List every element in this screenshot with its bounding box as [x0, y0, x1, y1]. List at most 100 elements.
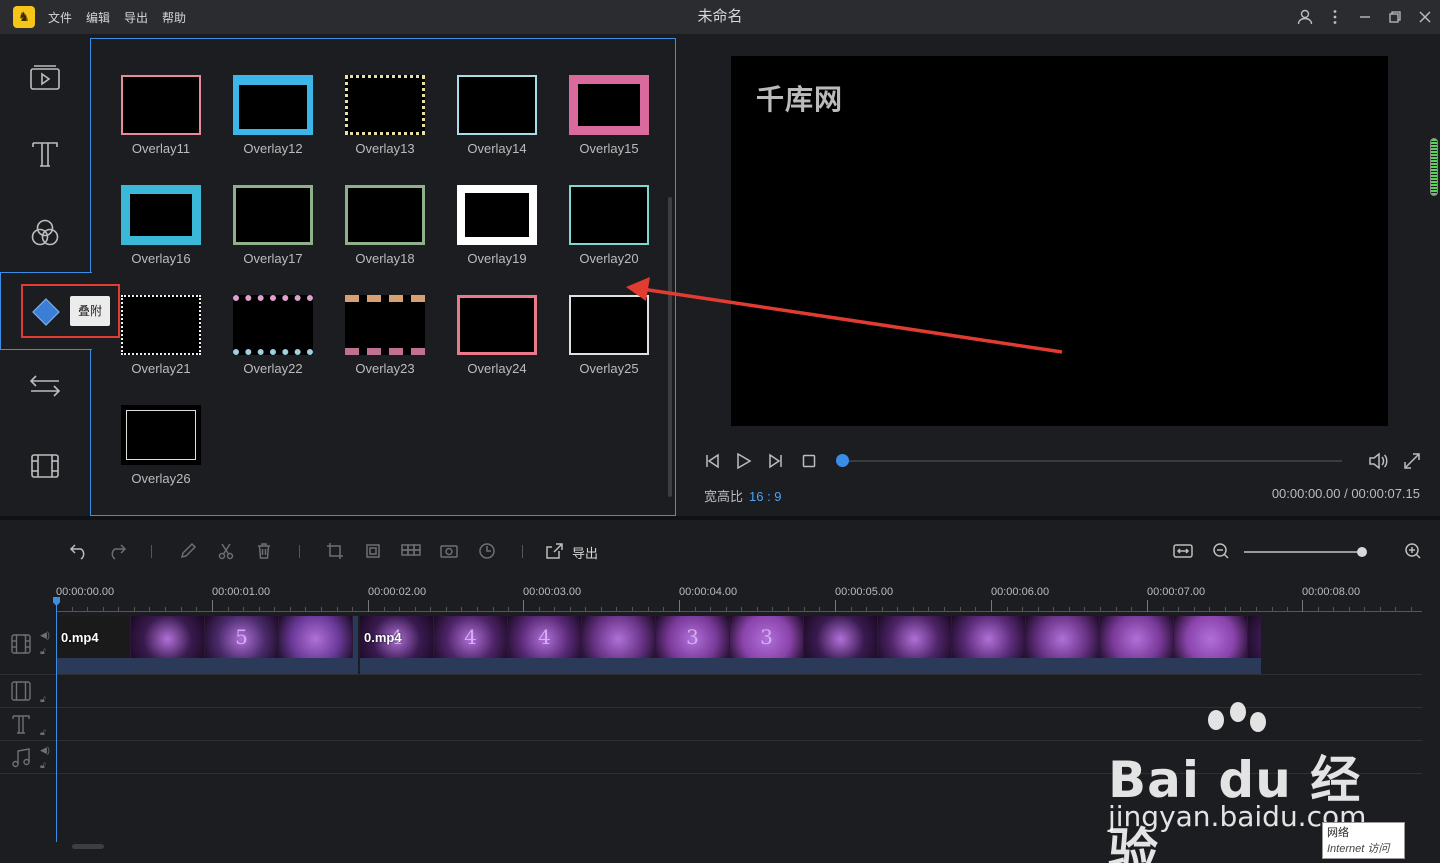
aspect-ratio-value[interactable]: 16 : 9	[749, 489, 782, 504]
export-icon	[546, 543, 563, 559]
network-popup-title: 网络	[1327, 827, 1349, 839]
zoom-in-button[interactable]	[1402, 540, 1424, 562]
tool-transitions[interactable]	[0, 356, 90, 416]
restore-icon[interactable]	[1380, 0, 1410, 34]
redo-button[interactable]	[106, 540, 128, 562]
overlay-item[interactable]: Overlay21	[116, 295, 206, 376]
window-controls	[1290, 0, 1440, 34]
undo-button[interactable]	[68, 540, 90, 562]
overlay-item[interactable]: Overlay17	[228, 185, 318, 266]
overlay-item[interactable]: Overlay15	[564, 75, 654, 156]
overlay-item[interactable]: Overlay26	[116, 405, 206, 486]
zoom-slider-knob[interactable]	[1357, 547, 1367, 557]
mosaic-button[interactable]	[400, 540, 422, 562]
close-icon[interactable]	[1410, 0, 1440, 34]
export-button[interactable]	[543, 540, 565, 562]
menu-file[interactable]: 文件	[48, 9, 72, 26]
overlay-thumbnail[interactable]	[233, 75, 313, 135]
cut-button[interactable]	[215, 540, 237, 562]
timeline-scrollbar[interactable]	[62, 843, 1422, 851]
playhead[interactable]	[56, 597, 57, 842]
video-clip[interactable]: 5 0.mp4	[57, 616, 358, 674]
crop-button[interactable]	[324, 540, 346, 562]
preview-canvas: 千库网	[731, 56, 1388, 426]
delete-button[interactable]	[253, 540, 275, 562]
overlay-item[interactable]: Overlay20	[564, 185, 654, 266]
tool-media[interactable]	[0, 48, 90, 108]
overlay-thumbnail[interactable]	[457, 75, 537, 135]
lock-icon[interactable]: 🔓︎	[40, 760, 46, 770]
overlay-thumbnail[interactable]	[233, 295, 313, 355]
video-clip[interactable]: 4 4 4 3 3 0.mp4	[360, 616, 1261, 674]
stop-icon	[802, 454, 816, 468]
network-popup: 网络 Internet 访问	[1322, 822, 1405, 859]
duration-button[interactable]	[476, 540, 498, 562]
overlay-thumbnail[interactable]	[121, 405, 201, 465]
zoom-region-button[interactable]	[362, 540, 384, 562]
lock-icon[interactable]: 🔓︎	[40, 646, 46, 656]
overlay-item[interactable]: Overlay23	[340, 295, 430, 376]
next-frame-button[interactable]	[764, 450, 786, 472]
tool-filters[interactable]	[0, 203, 90, 263]
volume-button[interactable]	[1367, 450, 1389, 472]
frame-number: 4	[538, 625, 551, 649]
annotation-arrow	[626, 277, 1063, 354]
progress-knob[interactable]	[836, 454, 849, 467]
menu-help[interactable]: 帮助	[162, 9, 186, 26]
overlay-item[interactable]: Overlay13	[340, 75, 430, 156]
edit-button[interactable]	[177, 540, 199, 562]
timeline-ruler[interactable]: 00:00:00.00 00:00:01.00 00:00:02.00 00:00:0…	[56, 584, 1422, 612]
prev-frame-button[interactable]	[702, 450, 724, 472]
mute-icon[interactable]: ◀)	[40, 745, 50, 755]
lock-icon[interactable]: 🔓︎	[40, 727, 46, 737]
overlay-item[interactable]: Overlay12	[228, 75, 318, 156]
overlay-item[interactable]: Overlay16	[116, 185, 206, 266]
side-volume-meter[interactable]	[1430, 138, 1438, 196]
overlay-thumbnail[interactable]	[345, 185, 425, 245]
fullscreen-button[interactable]	[1401, 450, 1423, 472]
export-label[interactable]: 导出	[572, 543, 598, 562]
overlay-thumbnail[interactable]	[345, 75, 425, 135]
overlay-item[interactable]: Overlay11	[116, 75, 206, 156]
more-options-icon[interactable]	[1320, 0, 1350, 34]
tool-text[interactable]	[0, 124, 90, 184]
stop-button[interactable]	[798, 450, 820, 472]
panel-divider[interactable]	[0, 516, 1440, 520]
overlay-thumbnail[interactable]	[569, 75, 649, 135]
overlay-item[interactable]: Overlay22	[228, 295, 318, 376]
user-icon[interactable]	[1290, 0, 1320, 34]
overlay-thumbnail[interactable]	[345, 295, 425, 355]
zoom-in-icon	[1405, 543, 1421, 559]
overlay-thumbnail[interactable]	[457, 185, 537, 245]
ruler-major-tick	[523, 600, 524, 612]
overlay-thumbnail[interactable]	[121, 295, 201, 355]
timeline-scroll-thumb[interactable]	[72, 844, 104, 849]
app-logo-icon[interactable]: ♞	[13, 6, 35, 28]
overlay-item[interactable]: Overlay24	[452, 295, 542, 376]
zoom-slider[interactable]	[1244, 547, 1367, 557]
play-button[interactable]	[732, 450, 754, 472]
fit-timeline-button[interactable]	[1172, 540, 1194, 562]
lock-icon[interactable]: 🔓︎	[40, 694, 46, 704]
frame-number: 4	[464, 625, 477, 649]
overlay-label: Overlay14	[467, 141, 527, 156]
overlay-thumbnail[interactable]	[457, 295, 537, 355]
zoom-out-button[interactable]	[1210, 540, 1232, 562]
clip-frame: 3	[656, 616, 730, 658]
snapshot-button[interactable]	[438, 540, 460, 562]
playback-progress[interactable]	[836, 454, 1342, 467]
overlay-item[interactable]: Overlay19	[452, 185, 542, 266]
overlay-thumbnail[interactable]	[569, 185, 649, 245]
minimize-icon[interactable]	[1350, 0, 1380, 34]
overlay-thumbnail[interactable]	[121, 185, 201, 245]
menu-export[interactable]: 导出	[124, 9, 148, 26]
overlay-thumbnail[interactable]	[121, 75, 201, 135]
tool-elements[interactable]	[0, 436, 90, 496]
overlay-item[interactable]: Overlay18	[340, 185, 430, 266]
undo-icon	[69, 544, 85, 560]
mute-icon[interactable]: ◀)	[40, 630, 50, 640]
overlay-item[interactable]: Overlay14	[452, 75, 542, 156]
clip-frame: 3	[730, 616, 804, 658]
menu-edit[interactable]: 编辑	[86, 9, 110, 26]
overlay-thumbnail[interactable]	[233, 185, 313, 245]
